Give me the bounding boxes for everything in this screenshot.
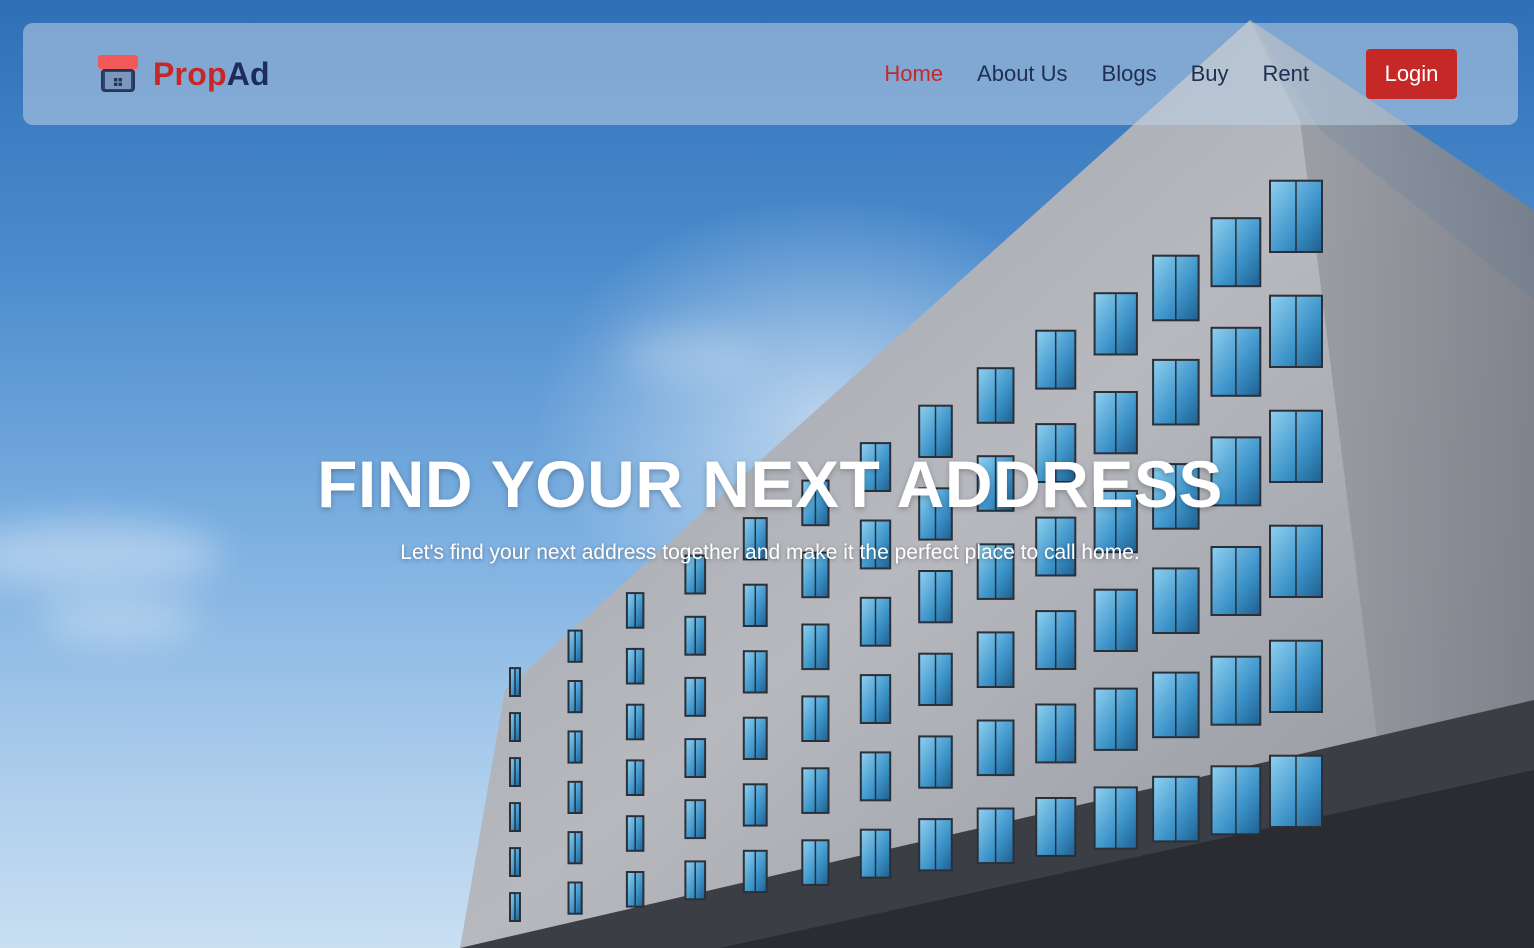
navbar: PropAd Home About Us Blogs Buy Rent Logi… xyxy=(23,23,1518,125)
brand-name-part1: Prop xyxy=(153,55,227,92)
nav-item-buy[interactable]: Buy xyxy=(1191,61,1229,87)
login-button[interactable]: Login xyxy=(1366,49,1457,99)
nav-item-home[interactable]: Home xyxy=(884,61,943,87)
brand-name-part2: Ad xyxy=(226,55,270,92)
nav-item-rent[interactable]: Rent xyxy=(1263,61,1309,87)
nav-item-about-us[interactable]: About Us xyxy=(977,61,1068,87)
house-icon xyxy=(97,55,139,93)
brand-name: PropAd xyxy=(153,56,270,93)
hero-title: FIND YOUR NEXT ADDRESS xyxy=(317,447,1223,521)
hero-subtitle: Let's find your next address together an… xyxy=(400,541,1140,564)
brand-logo[interactable]: PropAd xyxy=(97,55,270,93)
nav-item-blogs[interactable]: Blogs xyxy=(1102,61,1157,87)
nav-menu: Home About Us Blogs Buy Rent Login xyxy=(884,49,1457,99)
